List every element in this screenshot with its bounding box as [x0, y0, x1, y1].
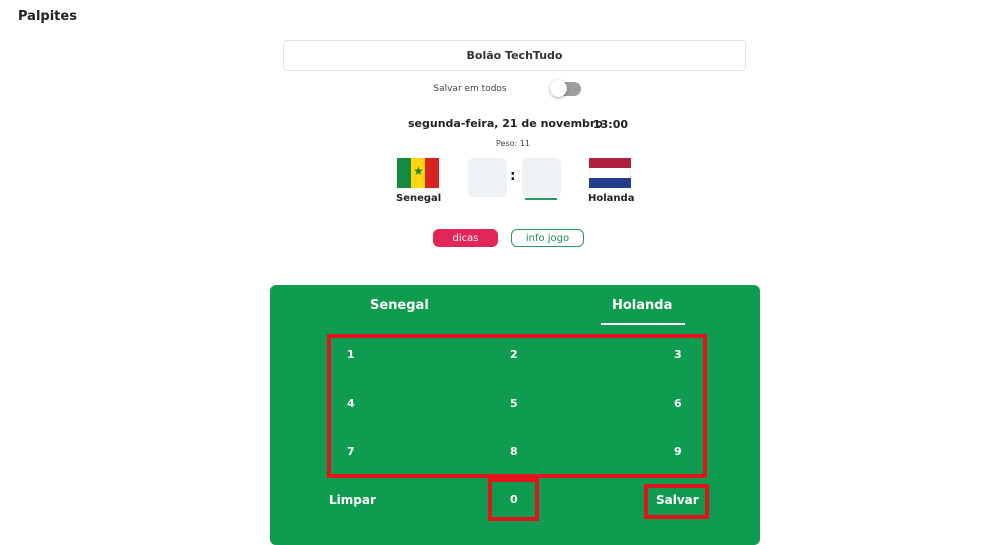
weight-label: Peso: — [496, 139, 518, 148]
clear-button[interactable]: Limpar — [329, 493, 376, 507]
score-separator: : — [510, 168, 516, 184]
toggle-knob — [550, 80, 567, 97]
key-1[interactable]: 1 — [347, 348, 355, 361]
key-9[interactable]: 9 — [674, 445, 682, 458]
pool-selector[interactable]: Bolão TechTudo — [283, 40, 746, 71]
away-team-name: Holanda — [588, 193, 635, 204]
key-6[interactable]: 6 — [674, 397, 682, 410]
pool-name: Bolão TechTudo — [466, 49, 563, 62]
key-5[interactable]: 5 — [510, 397, 518, 410]
keypad-panel: Senegal Holanda 1 2 3 4 5 6 7 8 9 Limpar… — [270, 285, 760, 545]
match-info-button[interactable]: info jogo — [511, 229, 584, 247]
active-tab-indicator — [601, 323, 685, 325]
active-score-indicator — [525, 198, 557, 200]
senegal-flag-icon: ★ — [397, 158, 439, 188]
tips-button[interactable]: dicas — [433, 229, 498, 247]
tab-senegal[interactable]: Senegal — [370, 298, 429, 313]
save-all-toggle[interactable] — [550, 80, 581, 97]
key-8[interactable]: 8 — [510, 445, 518, 458]
page-title: Palpites — [18, 9, 77, 24]
save-button[interactable]: Salvar — [656, 493, 699, 507]
netherlands-flag-icon — [589, 158, 631, 188]
key-4[interactable]: 4 — [347, 397, 355, 410]
key-7[interactable]: 7 — [347, 445, 355, 458]
away-score-input[interactable] — [522, 158, 561, 197]
home-score-input[interactable] — [468, 158, 507, 197]
save-all-label: Salvar em todos — [433, 84, 507, 94]
key-3[interactable]: 3 — [674, 348, 682, 361]
tab-holanda[interactable]: Holanda — [612, 298, 672, 313]
match-date: segunda-feira, 21 de novembro — [408, 117, 603, 130]
weight-value: 11 — [519, 139, 530, 148]
save-all-label-row: Salvar em todos — [0, 84, 1000, 94]
home-team-name: Senegal — [396, 193, 442, 204]
match-time: 13:00 — [593, 118, 629, 131]
key-0[interactable]: 0 — [510, 493, 518, 506]
match-weight: Peso: 11 — [496, 139, 530, 148]
key-2[interactable]: 2 — [510, 348, 518, 361]
